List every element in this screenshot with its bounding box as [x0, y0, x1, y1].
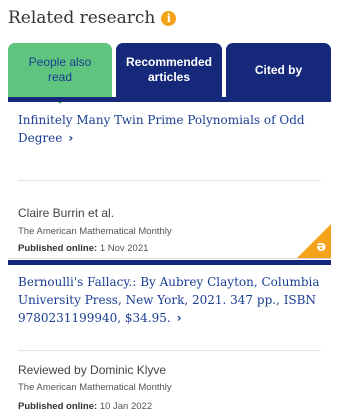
article-title-link[interactable]: Infinitely Many Twin Prime Polynomials o…	[18, 111, 330, 147]
article-journal: The American Mathematical Monthly	[18, 226, 172, 237]
article-journal: The American Mathematical Monthly	[18, 382, 172, 393]
info-icon[interactable]: i	[161, 10, 177, 26]
related-research-heading: Related research i	[8, 8, 177, 28]
chevron-right-icon: ›	[68, 131, 74, 145]
tab-people-also-read[interactable]: People also read	[8, 43, 112, 97]
tab-label: People also read	[28, 55, 92, 84]
open-access-lock-icon: ə	[316, 239, 327, 255]
article-published: Published online: 1 Nov 2021	[18, 243, 149, 254]
article-author: Claire Burrin et al.	[18, 206, 115, 220]
tab-recommended-articles[interactable]: Recommended articles	[116, 43, 222, 97]
article-published: Published online: 10 Jan 2022	[18, 401, 153, 412]
divider	[18, 180, 321, 181]
article-card: Bernoulli's Fallacy.: By Aubrey Clayton,…	[8, 265, 331, 419]
chevron-right-icon: ›	[176, 311, 182, 325]
research-tabs: People also read Recommended articles Cite…	[8, 43, 331, 104]
divider	[18, 350, 321, 351]
article-title-link[interactable]: Bernoulli's Fallacy.: By Aubrey Clayton,…	[18, 273, 330, 327]
tab-label: Cited by	[254, 62, 303, 77]
tab-cited-by[interactable]: Cited by	[226, 43, 331, 97]
article-author: Reviewed by Dominic Klyve	[18, 363, 167, 377]
article-card: Infinitely Many Twin Prime Polynomials o…	[8, 102, 331, 259]
tab-label: Recommended articles	[125, 55, 213, 84]
page-title: Related research	[8, 8, 156, 28]
